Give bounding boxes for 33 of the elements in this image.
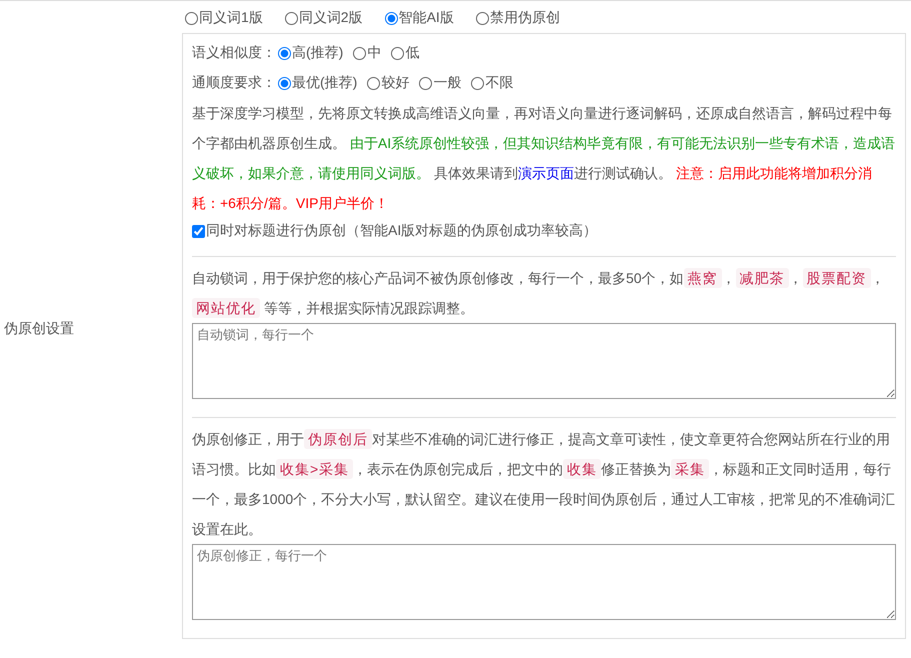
choice-radio[interactable]: 低 [391, 44, 420, 62]
radio-button[interactable] [476, 12, 489, 24]
radio-button[interactable] [278, 76, 291, 90]
option-label: 通顺度要求： [192, 74, 276, 92]
ai-description: 基于深度学习模型，先将原文转换成高维语义向量，再对语义向量进行逐词解码，还原成自然语言，解码过程中每个字都由机器原创生成。 由于AI系统原创性较强，但其知识结构毕竟有限，有可能无法识别一些专有术语，造成语义破坏，如果介意，请使用同义词版。 具体效果请到演示页面进行测试确认。 注意：启用此功能将增加积分消耗：+6积分/篇。VIP用户半价！ [192, 104, 896, 213]
radio-button[interactable] [419, 76, 432, 90]
radio-button[interactable] [384, 12, 398, 24]
corrections-description: 伪原创修正，用于 伪原创后 对某些不准确的词汇进行修正，提高文章可读性，使文章更符合您网站所在行业的用语习惯。比如 收集>采集 ，表示在伪原创完成后，把文中的 收集 修正替换为 采集 ，标题和正文同时适用，每行一个，最多1000个，不分大小写，默认留空。建议在使用一段时间伪原创后，通过人工审核，把常见的不准确词汇设置在此。 [192, 428, 896, 539]
radio-button[interactable] [185, 12, 198, 24]
choice-radio[interactable]: 较好 [367, 74, 410, 92]
option-label: 语义相似度： [192, 44, 276, 62]
choice-radio[interactable]: 不限 [471, 74, 514, 92]
choice-radio[interactable]: 最优(推荐) [278, 74, 358, 92]
radio-button[interactable] [353, 46, 366, 60]
mode-radio[interactable]: 禁用伪原创 [476, 9, 560, 27]
radio-button[interactable] [471, 76, 484, 90]
radio-button[interactable] [278, 46, 291, 60]
corrections-field[interactable]: 伪原创修正，每行一个 [192, 544, 896, 620]
mode-radio[interactable]: 同义词2版 [284, 9, 363, 27]
radio-button[interactable] [391, 46, 404, 60]
choice-radio[interactable]: 一般 [419, 74, 462, 92]
mode-radio[interactable]: 同义词1版 [185, 9, 263, 27]
radio-button[interactable] [284, 12, 298, 24]
mode-radio[interactable]: 智能AI版 [384, 9, 454, 27]
lock-words-field[interactable]: 自动锁词，每行一个 [192, 323, 896, 399]
checkbox[interactable] [192, 224, 205, 238]
choice-radio[interactable]: 中 [353, 44, 382, 62]
radio-button[interactable] [367, 76, 380, 90]
lock-words-description: 自动锁词，用于保护您的核心产品词不被伪原创修改，每行一个，最多50个，如 燕窝 ， 减肥茶 ， 股票配资 ， 网站优化 等等，并根据实际情况跟踪调整。 [192, 267, 886, 320]
choice-radio[interactable]: 高(推荐) [278, 44, 344, 62]
section-label: 伪原创设置 [4, 320, 74, 338]
demo-link[interactable]: 演示页面 [518, 165, 574, 181]
title-checkbox-option[interactable]: 同时对标题进行伪原创（智能AI版对标题的伪原创成功率较高） [192, 218, 896, 244]
